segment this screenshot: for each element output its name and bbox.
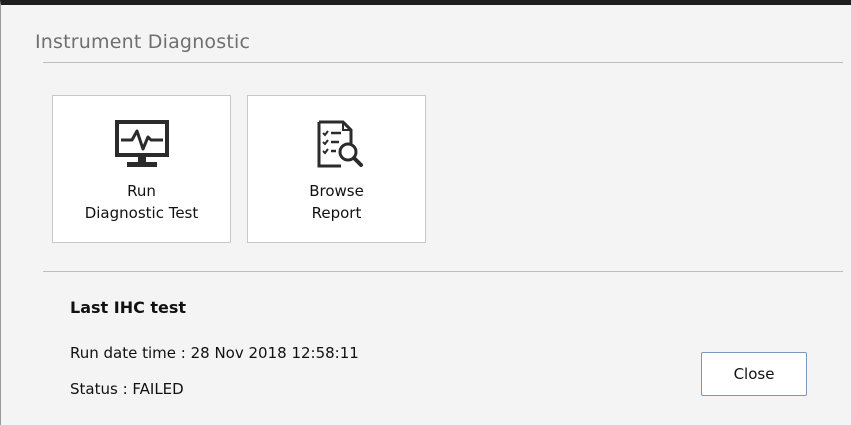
close-button[interactable]: Close — [701, 352, 807, 396]
dialog-title: Instrument Diagnostic — [35, 31, 251, 53]
section-divider — [43, 271, 843, 272]
test-status: Status : FAILED — [70, 380, 184, 398]
browse-report-label: Browse Report — [309, 182, 364, 222]
run-date-time: Run date time : 28 Nov 2018 12:58:11 — [70, 344, 359, 362]
last-test-heading: Last IHC test — [70, 298, 187, 317]
instrument-diagnostic-dialog: Instrument Diagnostic Run Diagnostic Tes… — [0, 0, 851, 425]
run-diagnostic-test-label: Run Diagnostic Test — [84, 182, 199, 222]
monitor-pulse-icon — [110, 118, 174, 170]
run-diagnostic-test-button[interactable]: Run Diagnostic Test — [52, 95, 231, 243]
report-search-icon — [305, 118, 369, 170]
browse-report-button[interactable]: Browse Report — [247, 95, 426, 243]
title-divider — [43, 62, 843, 63]
